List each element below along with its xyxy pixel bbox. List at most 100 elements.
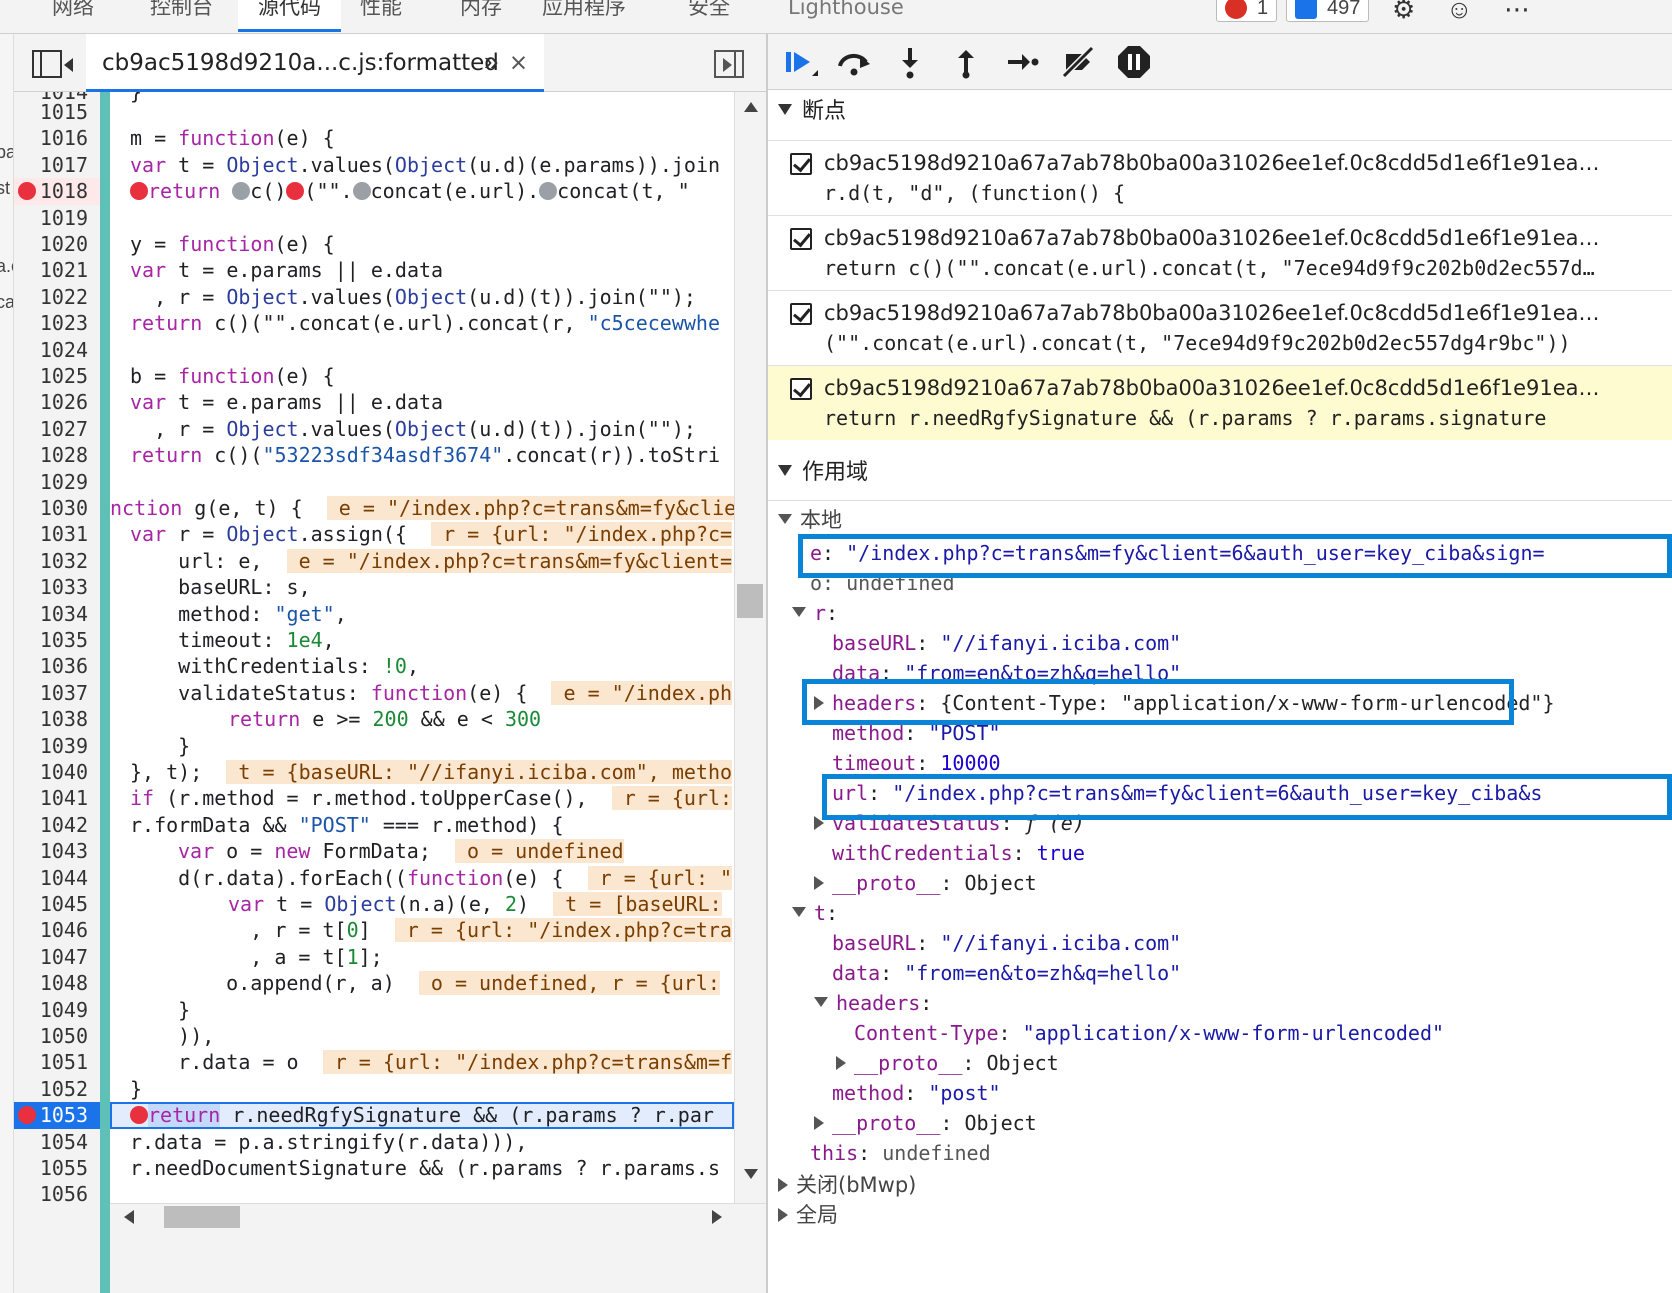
line-number[interactable]: 1039 <box>14 733 110 759</box>
code-editor[interactable]: } m = function(e) { var t = Object.value… <box>110 92 734 1293</box>
line-number[interactable]: 1043 <box>14 838 110 864</box>
toggle-debugger-button[interactable] <box>714 50 744 78</box>
scope-var-r[interactable]: r: <box>792 598 838 628</box>
step-into-button[interactable] <box>890 42 930 82</box>
scope-prop[interactable]: Content-Type: "application/x-www-form-ur… <box>854 1018 1444 1048</box>
line-number[interactable]: 1046 <box>14 917 110 943</box>
line-number[interactable]: 1020 <box>14 231 110 257</box>
scope-prop[interactable]: data: "from=en&to=zh&q=hello" <box>832 958 1181 988</box>
inline-breakpoint-icon[interactable] <box>539 182 558 201</box>
tab-security[interactable]: 安全 <box>688 0 730 32</box>
line-number[interactable]: 1031 <box>14 521 110 547</box>
tab-network[interactable]: 网络 <box>52 0 94 32</box>
breakpoint-item-paused[interactable]: cb9ac5198d9210a67a7ab78b0ba00a31026ee1ef… <box>768 365 1672 440</box>
scroll-thumb[interactable] <box>164 1206 240 1228</box>
line-number[interactable]: 1054 <box>14 1129 110 1155</box>
horizontal-scrollbar[interactable] <box>110 1203 766 1293</box>
scope-closure-node[interactable]: 关闭(bMwp) <box>778 1170 916 1200</box>
line-number[interactable]: 1034 <box>14 601 110 627</box>
more-tabs-icon[interactable]: » <box>484 46 498 77</box>
breakpoint-icon[interactable] <box>18 1106 36 1125</box>
line-number-breakpoint[interactable]: 1018 <box>14 178 110 205</box>
line-number[interactable]: 1051 <box>14 1049 110 1075</box>
inline-breakpoint-icon[interactable] <box>130 1106 148 1125</box>
scope-var-this[interactable]: this: undefined <box>810 1138 991 1168</box>
inline-breakpoint-icon[interactable] <box>232 182 251 201</box>
scope-prop[interactable]: baseURL: "//ifanyi.iciba.com" <box>832 628 1181 658</box>
line-number[interactable]: 1035 <box>14 627 110 653</box>
customize-user-icon[interactable]: ☺ <box>1446 0 1473 25</box>
line-number[interactable]: 1023 <box>14 310 110 336</box>
message-count-badge[interactable]: 497 <box>1286 0 1370 22</box>
inline-breakpoint-icon[interactable] <box>352 182 371 201</box>
inline-breakpoint-icon[interactable] <box>286 182 305 201</box>
breakpoint-icon[interactable] <box>18 182 36 201</box>
tab-lighthouse[interactable]: Lighthouse <box>788 0 904 32</box>
breakpoint-checkbox[interactable] <box>790 303 812 325</box>
line-number[interactable]: 1041 <box>14 785 110 811</box>
line-number[interactable]: 1021 <box>14 257 110 283</box>
toggle-navigator-button[interactable] <box>32 50 73 78</box>
scroll-up-icon[interactable] <box>744 102 758 112</box>
scope-prop[interactable]: __proto__: Object <box>814 1108 1037 1138</box>
line-number[interactable]: 1049 <box>14 997 110 1023</box>
breakpoint-checkbox[interactable] <box>790 153 812 175</box>
error-count-badge[interactable]: 1 <box>1216 0 1278 22</box>
scope-prop[interactable]: __proto__: Object <box>836 1048 1059 1078</box>
line-number[interactable]: 1036 <box>14 653 110 679</box>
line-number[interactable]: 1052 <box>14 1076 110 1102</box>
inline-breakpoint-icon[interactable] <box>130 182 148 201</box>
line-number[interactable]: 1042 <box>14 812 110 838</box>
breakpoints-section-header[interactable]: 断点 <box>768 92 1672 132</box>
tab-performance[interactable]: 性能 <box>360 0 402 32</box>
line-number[interactable]: 1045 <box>14 891 110 917</box>
line-number[interactable]: 1015 <box>14 99 110 125</box>
deactivate-breakpoints-button[interactable] <box>1058 42 1098 82</box>
scope-prop[interactable]: baseURL: "//ifanyi.iciba.com" <box>832 928 1181 958</box>
scope-prop[interactable]: headers: <box>814 988 932 1018</box>
scope-prop[interactable]: withCredentials: true <box>832 838 1085 868</box>
line-number[interactable]: 1056 <box>14 1181 110 1207</box>
line-number[interactable]: 1038 <box>14 706 110 732</box>
line-number[interactable]: 1037 <box>14 680 110 706</box>
line-number[interactable]: 1047 <box>14 944 110 970</box>
scroll-thumb[interactable] <box>737 584 763 618</box>
line-number[interactable]: 1033 <box>14 574 110 600</box>
breakpoint-checkbox[interactable] <box>790 378 812 400</box>
line-number-current[interactable]: 1053 <box>14 1102 110 1129</box>
tab-memory[interactable]: 内存 <box>460 0 502 32</box>
scroll-right-icon[interactable] <box>712 1210 722 1224</box>
file-tab[interactable]: cb9ac5198d9210a...c.js:formatted × <box>86 34 545 92</box>
line-number[interactable]: 1026 <box>14 389 110 415</box>
line-number[interactable]: 1027 <box>14 416 110 442</box>
line-number[interactable]: 1029 <box>14 469 110 495</box>
more-options-icon[interactable]: ⋯ <box>1504 0 1530 25</box>
tab-sources[interactable]: 源代码 <box>238 0 341 32</box>
line-number[interactable]: 1032 <box>14 548 110 574</box>
close-icon[interactable]: × <box>509 50 528 76</box>
scope-prop[interactable]: method: "post" <box>832 1078 1001 1108</box>
step-out-button[interactable] <box>946 42 986 82</box>
scope-local-node[interactable]: 本地 <box>778 505 842 535</box>
pause-on-exceptions-button[interactable] <box>1114 42 1154 82</box>
step-over-button[interactable] <box>834 42 874 82</box>
scope-global-node[interactable]: 全局 <box>778 1200 838 1230</box>
line-number-gutter[interactable]: 1014 1015 1016 1017 1018 1019 1020 1021 … <box>14 92 110 1293</box>
line-number[interactable]: 1028 <box>14 442 110 468</box>
line-number[interactable]: 1044 <box>14 865 110 891</box>
line-number[interactable]: 1025 <box>14 363 110 389</box>
scope-prop[interactable]: __proto__: Object <box>814 868 1037 898</box>
breakpoint-checkbox[interactable] <box>790 228 812 250</box>
breakpoint-item[interactable]: cb9ac5198d9210a67a7ab78b0ba00a31026ee1ef… <box>768 290 1672 365</box>
tab-console[interactable]: 控制台 <box>150 0 213 32</box>
resume-button[interactable] <box>778 42 818 82</box>
scroll-left-icon[interactable] <box>124 1210 134 1224</box>
line-number[interactable]: 1022 <box>14 284 110 310</box>
line-number[interactable]: 1024 <box>14 337 110 363</box>
line-number[interactable]: 1055 <box>14 1155 110 1181</box>
step-button[interactable] <box>1002 42 1042 82</box>
breakpoint-item[interactable]: cb9ac5198d9210a67a7ab78b0ba00a31026ee1ef… <box>768 140 1672 215</box>
tab-application[interactable]: 应用程序 <box>542 0 626 32</box>
line-number[interactable]: 1017 <box>14 152 110 178</box>
line-number[interactable]: 1019 <box>14 205 110 231</box>
